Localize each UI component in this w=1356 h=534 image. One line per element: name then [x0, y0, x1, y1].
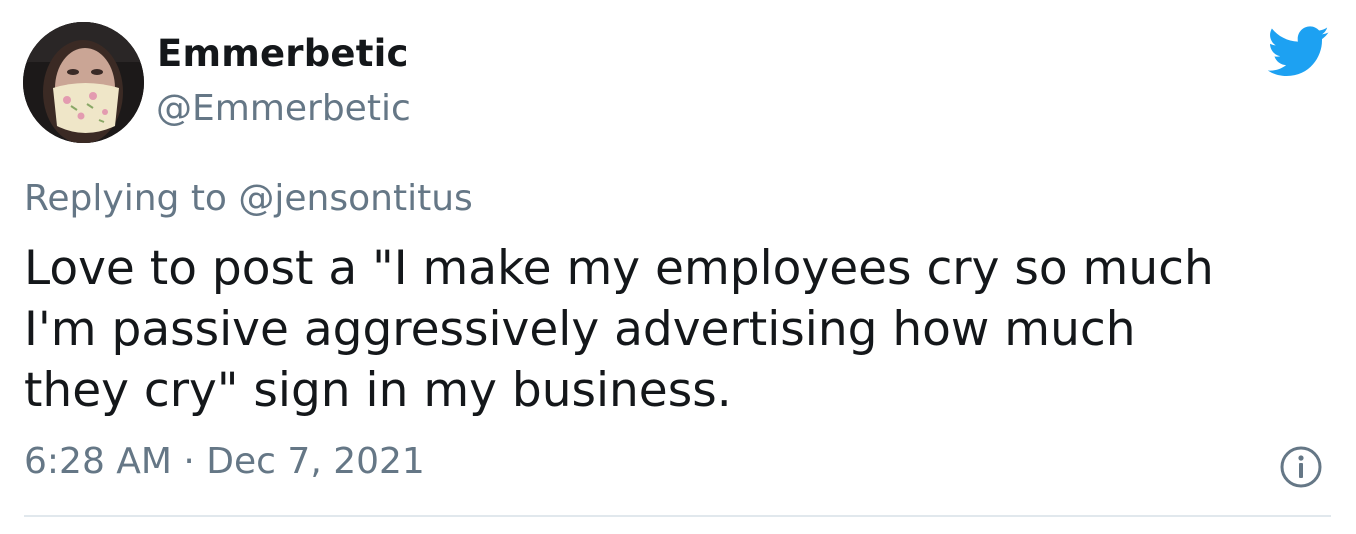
avatar[interactable] [23, 22, 144, 143]
tweet-timestamp[interactable]: 6:28 AM · Dec 7, 2021 [24, 441, 425, 482]
display-name[interactable]: Emmerbetic [157, 32, 409, 75]
replying-to[interactable]: Replying to @jensontitus [24, 178, 473, 219]
avatar-photo [23, 22, 144, 143]
twitter-bird-icon[interactable] [1267, 26, 1330, 78]
tweet-text: Love to post a "I make my employees cry … [24, 241, 1214, 418]
info-icon[interactable] [1279, 445, 1323, 489]
divider [24, 515, 1331, 517]
user-handle[interactable]: @Emmerbetic [156, 88, 411, 129]
